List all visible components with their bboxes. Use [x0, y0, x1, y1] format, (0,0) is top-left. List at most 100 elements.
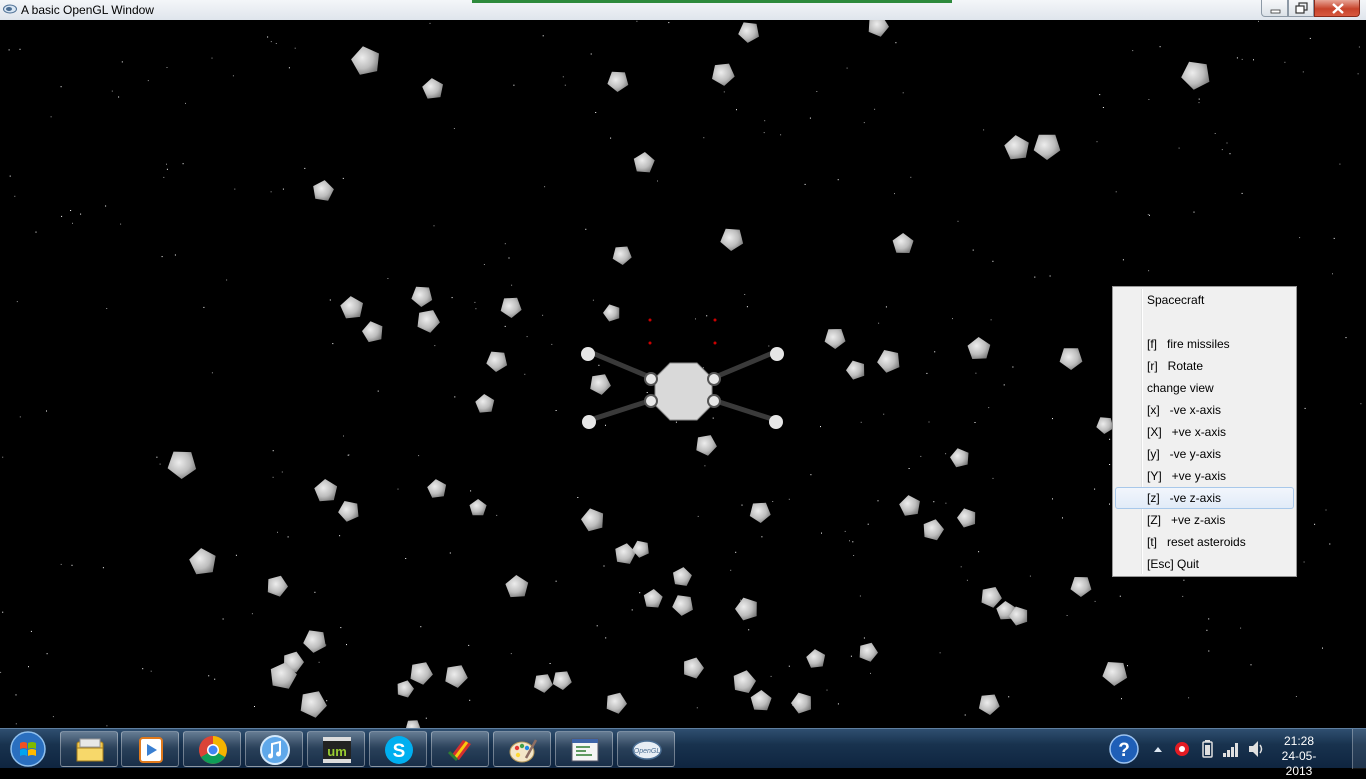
star	[675, 421, 677, 423]
taskbar-skype[interactable]: S	[369, 731, 427, 767]
star	[1299, 237, 1301, 239]
minimize-icon	[1270, 9, 1281, 14]
star	[788, 498, 790, 500]
star	[878, 322, 880, 324]
star	[826, 689, 828, 691]
network-signal-icon[interactable]	[1221, 729, 1241, 769]
star	[468, 644, 470, 646]
star	[1302, 71, 1304, 73]
star	[696, 707, 698, 709]
star	[920, 455, 922, 457]
star	[585, 228, 587, 230]
close-button[interactable]	[1314, 0, 1360, 17]
star	[511, 284, 513, 286]
taskbar-opengl-window[interactable]: OpenGL	[617, 731, 675, 767]
star	[603, 565, 605, 567]
star	[1121, 698, 1122, 700]
help-icon[interactable]: ?	[1108, 729, 1140, 769]
star	[106, 725, 108, 727]
star	[277, 531, 278, 533]
star	[1147, 214, 1149, 216]
menu-item-quit[interactable]: [Esc] Quit	[1115, 553, 1294, 575]
star	[910, 176, 912, 178]
star	[377, 390, 379, 392]
star	[1102, 107, 1104, 108]
restore-button[interactable]	[1288, 0, 1314, 17]
star	[150, 670, 152, 672]
taskbar-winzip[interactable]	[431, 731, 489, 767]
taskbar-chrome[interactable]	[183, 731, 241, 767]
star	[780, 134, 782, 136]
taskbar-ultramixer[interactable]: um	[307, 731, 365, 767]
beats-audio-icon[interactable]	[1172, 729, 1192, 769]
star	[1221, 149, 1223, 151]
star	[1314, 523, 1316, 525]
star	[1303, 561, 1305, 563]
star	[837, 703, 839, 705]
star	[163, 176, 165, 178]
minimize-button[interactable]	[1261, 0, 1288, 17]
star	[314, 591, 316, 593]
star	[16, 301, 18, 303]
star	[964, 714, 966, 716]
close-icon	[1332, 3, 1344, 14]
star	[631, 609, 633, 611]
star	[926, 372, 928, 374]
star	[304, 167, 306, 169]
star	[294, 47, 296, 49]
star	[551, 343, 553, 345]
star	[222, 618, 224, 620]
star	[844, 530, 846, 532]
menu-item-pos-x-axis[interactable]: [X] +ve x-axis	[1115, 421, 1294, 443]
star	[348, 454, 350, 456]
menu-item-change-view[interactable]: change view	[1115, 377, 1294, 399]
star	[1358, 46, 1360, 48]
taskbar-itunes[interactable]	[245, 731, 303, 767]
taskbar-media-player[interactable]	[121, 731, 179, 767]
star	[885, 306, 887, 308]
star	[768, 345, 770, 347]
taskbar-paint[interactable]	[493, 731, 551, 767]
menu-item-neg-z-axis[interactable]: [z] -ve z-axis	[1115, 487, 1294, 509]
show-hidden-icons-chevron[interactable]	[1150, 729, 1166, 769]
star	[332, 343, 334, 345]
star	[1236, 57, 1238, 59]
star	[605, 637, 607, 639]
star	[992, 477, 994, 479]
star	[763, 132, 765, 134]
menu-item-pos-y-axis[interactable]: [Y] +ve y-axis	[1115, 465, 1294, 487]
taskbar-code-editor[interactable]	[555, 731, 613, 767]
menu-item-reset-asteroids[interactable]: [t] reset asteroids	[1115, 531, 1294, 553]
star	[434, 345, 436, 347]
star	[72, 222, 73, 224]
star	[770, 675, 772, 677]
menu-item-pos-z-axis[interactable]: [Z] +ve z-axis	[1115, 509, 1294, 531]
star	[429, 22, 431, 24]
battery-icon[interactable]	[1199, 729, 1215, 769]
star	[159, 463, 161, 465]
taskbar-windows-explorer[interactable]	[60, 731, 118, 767]
star	[860, 421, 862, 423]
star	[433, 225, 435, 227]
star	[469, 699, 471, 701]
start-button[interactable]	[2, 730, 54, 768]
window-titlebar[interactable]: A basic OpenGL Window	[0, 0, 1366, 21]
menu-item-fire-missiles[interactable]: [f] fire missiles	[1115, 333, 1294, 355]
star	[1357, 73, 1359, 75]
menu-item-neg-x-axis[interactable]: [x] -ve x-axis	[1115, 399, 1294, 421]
menu-item-neg-y-axis[interactable]: [y] -ve y-axis	[1115, 443, 1294, 465]
star	[712, 417, 714, 419]
star	[1208, 618, 1210, 620]
star	[211, 57, 213, 59]
star	[120, 223, 122, 225]
star	[105, 205, 107, 207]
star	[425, 717, 427, 719]
clock[interactable]: 21:28 24-05-2013	[1276, 734, 1322, 779]
star	[272, 450, 274, 452]
menu-item-rotate[interactable]: [r] Rotate	[1115, 355, 1294, 377]
star	[470, 490, 472, 492]
show-desktop-button[interactable]	[1352, 729, 1366, 769]
star	[1208, 650, 1210, 652]
volume-icon[interactable]	[1246, 729, 1266, 769]
star	[1122, 259, 1124, 261]
